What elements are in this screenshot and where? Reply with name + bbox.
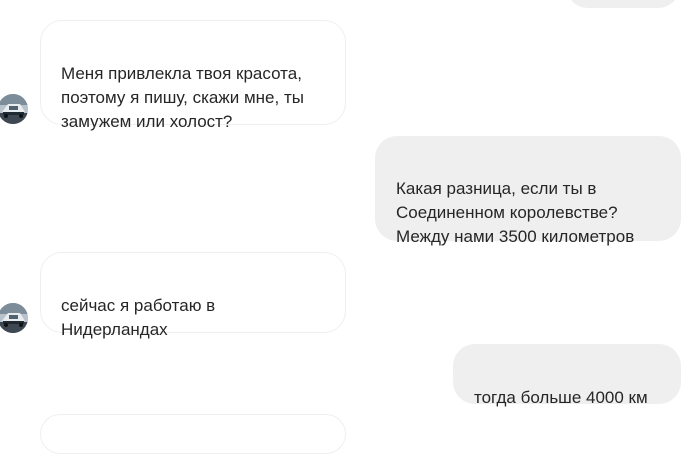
sender-avatar[interactable] xyxy=(0,94,28,124)
chat-thread: Меня привлекла твоя красота, поэтому я п… xyxy=(0,0,700,454)
incoming-message-bubble-partial xyxy=(40,414,346,454)
sender-avatar[interactable] xyxy=(0,303,28,333)
message-text: сейчас я работаю в Нидерландах xyxy=(61,296,216,339)
outgoing-message-bubble-partial xyxy=(566,0,680,8)
incoming-message-bubble: сейчас я работаю в Нидерландах xyxy=(40,252,346,339)
outgoing-message-bubble: тогда больше 4000 км xyxy=(453,344,681,407)
message-text: Какая разница, если ты в Соединенном кор… xyxy=(396,179,635,246)
profile-photo-icon xyxy=(0,303,28,333)
outgoing-message-bubble: Какая разница, если ты в Соединенном кор… xyxy=(375,136,681,246)
profile-photo-icon xyxy=(0,94,28,124)
incoming-message-bubble: Меня привлекла твоя красота, поэтому я п… xyxy=(40,20,346,131)
message-text: Меня привлекла твоя красота, поэтому я п… xyxy=(61,64,304,131)
message-text: тогда больше 4000 км xyxy=(474,388,648,407)
